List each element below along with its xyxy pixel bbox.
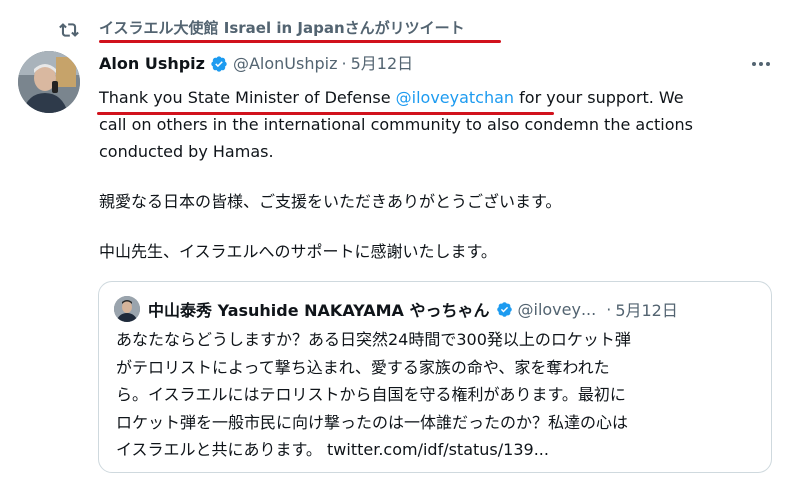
mention-link[interactable]: @iloveyatchan [396,88,514,107]
author-handle[interactable]: @AlonUshpiz [233,53,338,75]
quoted-line: がテロリストによって撃ち込まれ、愛する家族の命や、家を奪われた [116,357,610,377]
tweet-text-part: for your support. We [514,88,684,107]
quoted-line-last: イスラエルと共にあります。 twitter.com/idf/status/139… [116,436,761,464]
annotation-underline-tweet [97,112,554,115]
quoted-url-link[interactable]: twitter.com/idf/status/139... [327,440,549,459]
quoted-avatar-photo [114,296,140,322]
quoted-header: 中山泰秀 Yasuhide NAKAYAMA やっちゃん @iloveу... … [148,297,678,321]
quoted-author-name[interactable]: 中山泰秀 Yasuhide NAKAYAMA やっちゃん [148,297,490,321]
quoted-line: ら。イスラエルにはテロリストから自国を守る権利があります。最初に [116,385,626,404]
quoted-text-part: イスラエルと共にあります。 [116,440,328,459]
quoted-text: あなたならどうしますか？ある日突然24時間で300発以上のロケット弾 がテロリス… [116,326,761,464]
quoted-line: あなたならどうしますか？ある日突然24時間で300発以上のロケット弾 [116,330,631,349]
annotation-underline-retweet [99,40,501,43]
tweet-header: Alon Ushpiz @AlonUshpiz · 5月12日 [99,53,413,75]
tweet-text-part: Thank you State Minister of Defense [99,88,396,107]
more-icon[interactable] [748,54,774,74]
separator-dot: · [341,54,347,73]
tweet-date[interactable]: 5月12日 [351,53,414,75]
tweet-line-2: call on others in the international comm… [99,115,693,134]
retweet-label[interactable]: イスラエル大使館 Israel in Japanさんがリツイート [99,17,465,39]
tweet-paragraph-japanese-2: 中山先生、イスラエルへのサポートに感謝いたします。 [99,242,497,261]
retweet-icon [59,23,79,37]
quoted-verified-badge-icon [496,301,512,317]
tweet-line-1: Thank you State Minister of Defense @ilo… [99,84,769,111]
avatar-photo [18,51,80,113]
quoted-line: ロケット弾を一般市民に向け撃ったのは一体誰だったのか？私達の心は [116,412,629,432]
author-name[interactable]: Alon Ushpiz [99,53,205,75]
quoted-separator-dot: · [606,299,612,319]
quoted-date[interactable]: 5月12日 [615,297,678,321]
tweet-paragraph-japanese-1: 親愛なる日本の皆様、ご支援をいただきありがとうございます。 [99,192,562,211]
verified-badge-icon [211,56,227,72]
tweet-line-3: conducted by Hamas. [99,142,274,161]
avatar[interactable] [18,51,80,113]
quoted-author-handle[interactable]: @iloveу... [518,300,597,319]
quoted-avatar[interactable] [114,296,140,322]
